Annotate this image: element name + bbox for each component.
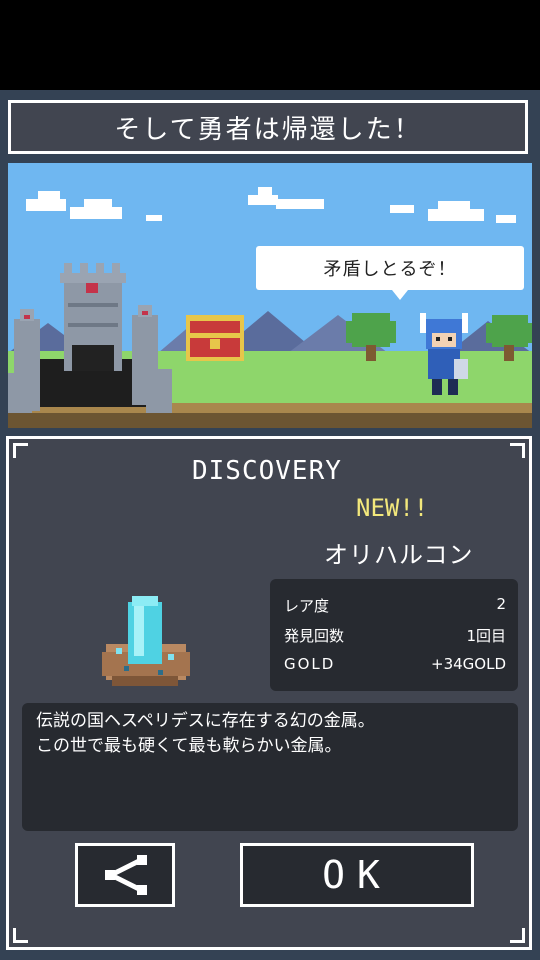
discovery-heading: DISCOVERY xyxy=(192,456,342,486)
stat-row-gold: GOLD +34GOLD xyxy=(284,655,506,673)
stat-row-discovery-count: 発見回数 1回目 xyxy=(284,625,506,646)
treasure-chest xyxy=(186,315,244,361)
speech-bubble-tail xyxy=(392,290,408,300)
stats-box: レア度 2 発見回数 1回目 GOLD +34GOLD xyxy=(270,579,518,691)
description-line: この世で最も硬くて最も軟らかい金属。 xyxy=(36,736,342,756)
panel-corner-bottom-right xyxy=(510,928,525,943)
item-name: オリハルコン xyxy=(324,541,474,569)
ok-label: OK xyxy=(322,853,392,897)
share-back-icon xyxy=(105,855,147,895)
panel-corner-top-left xyxy=(13,443,28,458)
stat-value: 1回目 xyxy=(466,627,506,645)
scene-illustration xyxy=(8,163,532,428)
battle-scene xyxy=(8,163,532,428)
description-line: 伝説の国ヘスペリデスに存在する幻の金属。 xyxy=(36,711,375,731)
panel-corner-bottom-left xyxy=(13,928,28,943)
ok-button[interactable]: OK xyxy=(240,843,474,907)
stat-label: GOLD xyxy=(284,655,336,673)
new-badge: NEW!! xyxy=(356,494,429,522)
stat-value: +34GOLD xyxy=(431,655,506,673)
stat-value: 2 xyxy=(496,595,506,613)
speech-text: 矛盾しとるぞ！ xyxy=(323,259,457,280)
orichalcum-crystal-icon xyxy=(102,596,190,686)
stat-label: 発見回数 xyxy=(284,627,345,645)
stat-row-rarity: レア度 2 xyxy=(284,595,506,616)
back-button[interactable] xyxy=(75,843,175,907)
item-description: 伝説の国ヘスペリデスに存在する幻の金属。 この世で最も硬くて最も軟らかい金属。 xyxy=(22,703,518,831)
speech-bubble: 矛盾しとるぞ！ xyxy=(256,246,524,290)
panel-corner-top-right xyxy=(510,443,525,458)
result-title: そして勇者は帰還した！ xyxy=(114,114,422,145)
stat-label: レア度 xyxy=(284,597,330,615)
top-black-bar xyxy=(0,0,540,90)
result-title-banner: そして勇者は帰還した！ xyxy=(8,100,528,154)
